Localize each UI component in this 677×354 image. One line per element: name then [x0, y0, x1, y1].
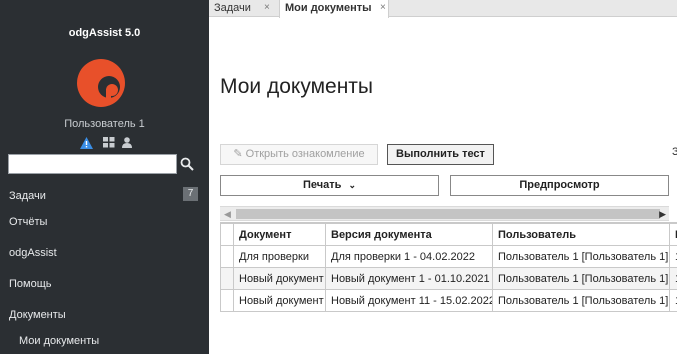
grid-header-row: Документ Версия документа Пользователь Н [220, 223, 677, 246]
search-field[interactable] [8, 154, 177, 174]
tab-my-documents[interactable]: Мои документы [279, 0, 389, 18]
row-selector[interactable] [220, 245, 234, 268]
nav-item-tasks[interactable]: Задачи [9, 190, 46, 202]
horizontal-scrollbar[interactable]: ◀ ▶ [220, 206, 669, 221]
warning-icon[interactable] [80, 137, 93, 152]
row-selector-header [220, 223, 234, 246]
cell-version: Для проверки 1 - 04.02.2022 [325, 245, 493, 268]
open-acknowledgement-label: Открыть ознакомление [245, 148, 365, 160]
cell-truncated: 1 [669, 267, 677, 290]
user-icons [80, 137, 136, 150]
app-logo-icon [77, 59, 125, 107]
pencil-icon: ✎ [233, 148, 243, 160]
nav-item-odgassist[interactable]: odgAssist [9, 247, 57, 259]
close-tab-tasks-icon[interactable]: × [264, 0, 270, 16]
tab-label: Задачи [214, 2, 251, 14]
column-header-document[interactable]: Документ [233, 223, 326, 246]
table-row[interactable]: Новый документ Новый документ 1 - 01.10.… [220, 267, 677, 290]
preview-button[interactable]: Предпросмотр [450, 175, 669, 196]
truncated-text: З [672, 146, 677, 158]
cell-version: Новый документ 11 - 15.02.2022 [325, 289, 493, 312]
run-test-button[interactable]: Выполнить тест [387, 144, 494, 165]
chevron-down-icon: ⌄ [348, 180, 356, 190]
cell-truncated: 1 [669, 289, 677, 312]
search-icon[interactable] [180, 157, 194, 171]
table-row[interactable]: Новый документ Новый документ 11 - 15.02… [220, 289, 677, 312]
search-input[interactable] [9, 155, 176, 173]
column-header-truncated[interactable]: Н [669, 223, 677, 246]
column-header-user[interactable]: Пользователь [492, 223, 670, 246]
tab-bar: Задачи × Мои документы × [209, 0, 677, 18]
row-selector[interactable] [220, 267, 234, 290]
grid-icon[interactable] [103, 137, 115, 151]
cell-user: Пользователь 1 [Пользователь 1] [492, 245, 670, 268]
cell-document: Новый документ [233, 267, 326, 290]
user-name: Пользователь 1 [64, 118, 145, 130]
cell-user: Пользователь 1 [Пользователь 1] [492, 267, 670, 290]
scroll-right-icon[interactable]: ▶ [659, 209, 666, 220]
documents-grid: Документ Версия документа Пользователь Н… [220, 222, 677, 312]
nav-item-help[interactable]: Помощь [9, 278, 52, 290]
app-title: odgAssist 5.0 [68, 27, 141, 39]
tasks-count-badge: 7 [183, 187, 198, 201]
cell-document: Новый документ [233, 289, 326, 312]
tab-label: Мои документы [285, 2, 372, 14]
cell-truncated: 1 [669, 245, 677, 268]
nav-item-documents[interactable]: Документы [9, 309, 66, 321]
print-label: Печать [302, 179, 342, 191]
sidebar: odgAssist 5.0 Пользователь 1 Задачи 7 От… [0, 0, 209, 354]
cell-document: Для проверки [233, 245, 326, 268]
nav-item-reports[interactable]: Отчёты [9, 216, 47, 228]
user-icon[interactable] [122, 137, 132, 151]
cell-version: Новый документ 1 - 01.10.2021 [325, 267, 493, 290]
scrollbar-thumb[interactable] [236, 209, 660, 219]
column-header-version[interactable]: Версия документа [325, 223, 493, 246]
page-title: Мои документы [220, 75, 374, 98]
row-selector[interactable] [220, 289, 234, 312]
open-acknowledgement-button[interactable]: ✎ Открыть ознакомление [220, 144, 378, 165]
table-row[interactable]: Для проверки Для проверки 1 - 04.02.2022… [220, 245, 677, 268]
cell-user: Пользователь 1 [Пользователь 1] [492, 289, 670, 312]
nav-subitem-my-documents[interactable]: Мои документы [19, 335, 99, 347]
print-button[interactable]: Печать ⌄ [220, 175, 439, 196]
close-tab-my-documents-icon[interactable]: × [380, 0, 386, 16]
scroll-left-icon[interactable]: ◀ [224, 209, 231, 220]
